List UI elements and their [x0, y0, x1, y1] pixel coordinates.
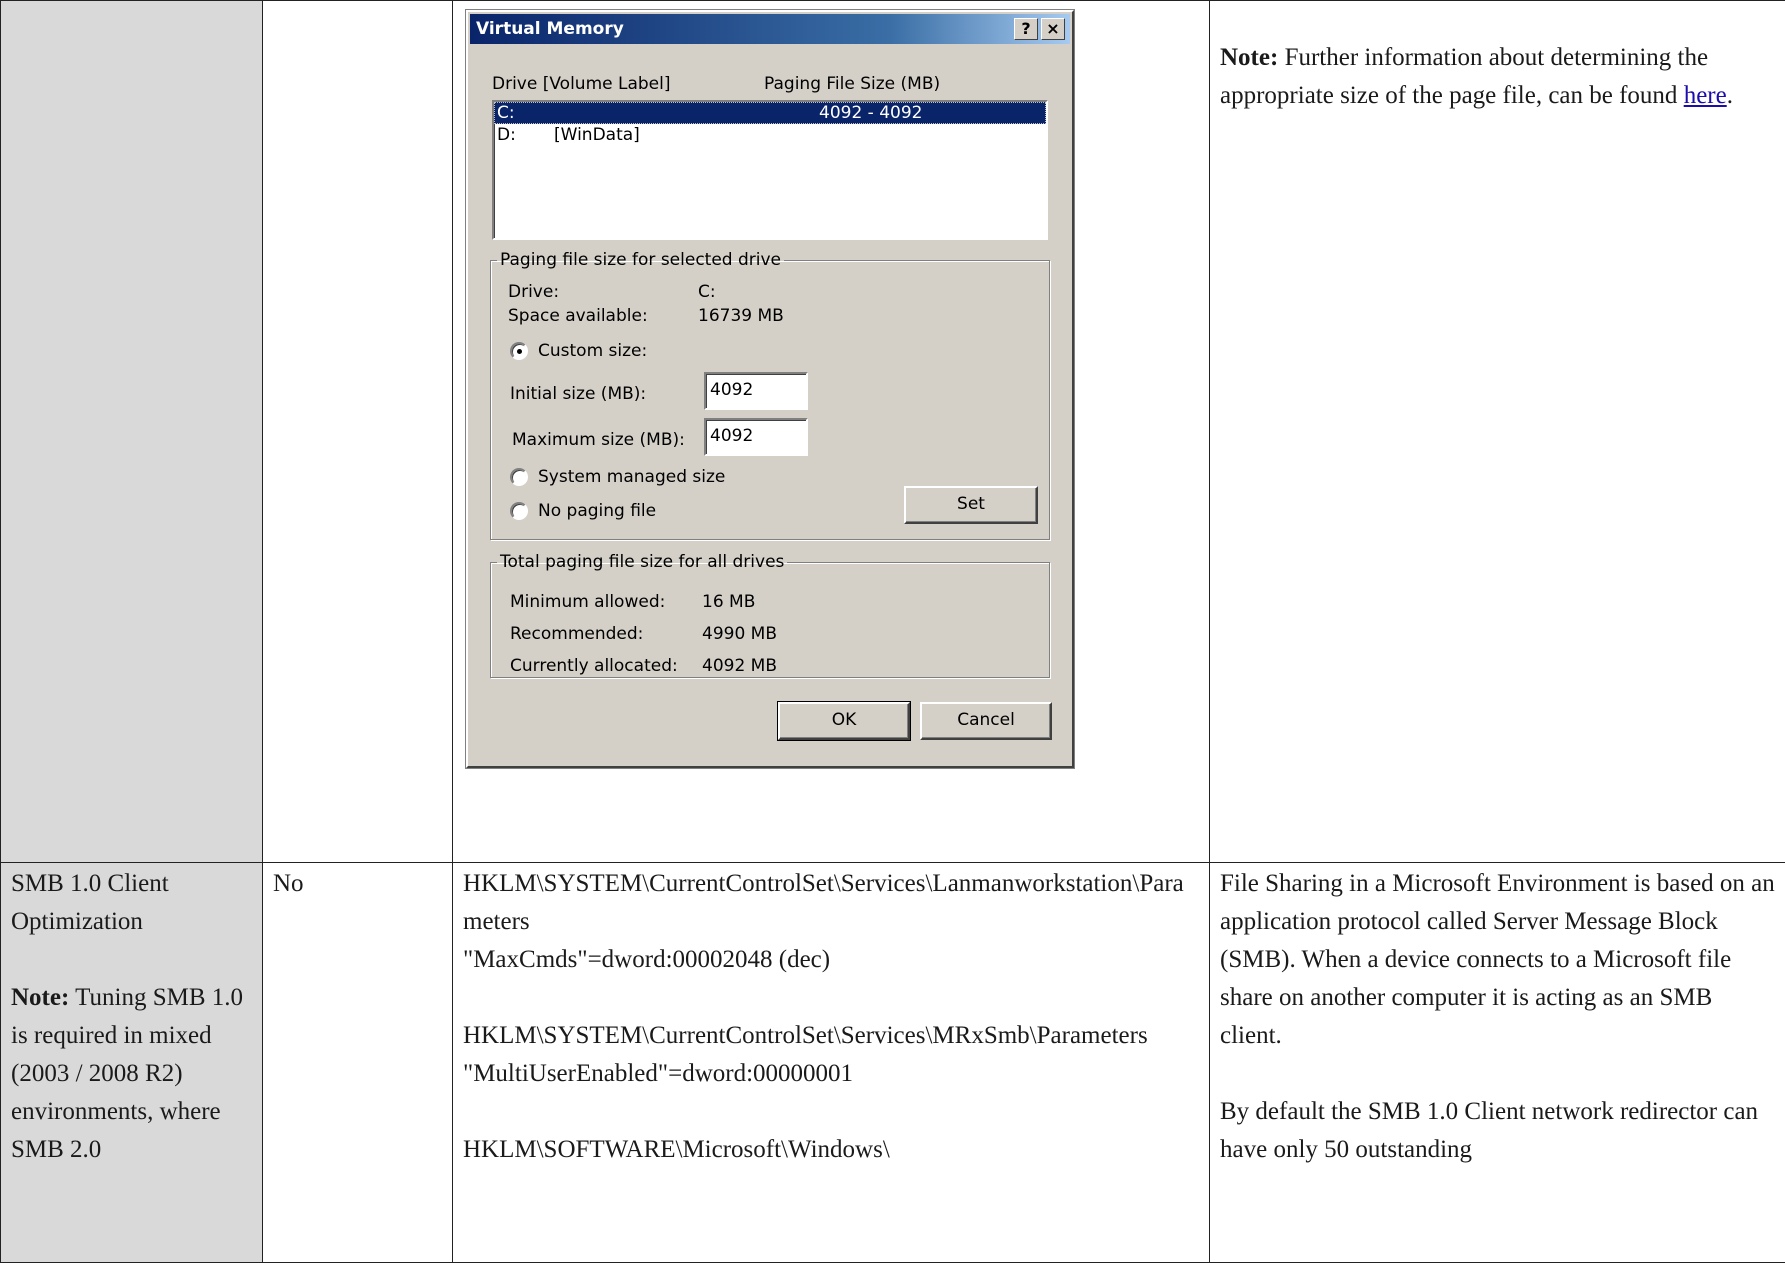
currently-allocated-label: Currently allocated: — [510, 656, 678, 676]
note-text: Further information about determining th… — [1220, 44, 1708, 109]
setting-note: Note: Tuning SMB 1.0 is required in mixe… — [11, 979, 252, 1169]
size-column-header: Paging File Size (MB) — [764, 74, 940, 94]
drive-letter: D: — [497, 124, 516, 146]
drive-list[interactable]: C: 4092 - 4092 D: [WinData] — [492, 100, 1048, 240]
currently-allocated-value: 4092 MB — [702, 656, 777, 676]
drive-label: Drive: — [508, 282, 559, 302]
group-legend: Total paging file size for all drives — [497, 552, 787, 572]
space-available-label: Space available: — [508, 306, 648, 326]
virtual-memory-dialog: Virtual Memory ? × Drive [Volume Label] … — [466, 10, 1074, 768]
drive-letter: C: — [497, 102, 515, 124]
description-cell: File Sharing in a Microsoft Environment … — [1210, 863, 1785, 1263]
drive-column-header: Drive [Volume Label] — [492, 74, 670, 94]
required-cell — [263, 1, 453, 863]
close-button[interactable]: × — [1041, 18, 1065, 40]
recommended-value: 4990 MB — [702, 624, 777, 644]
dialog-title: Virtual Memory — [476, 19, 624, 39]
setting-cell: SMB 1.0 Client Optimization Note: Tuning… — [1, 863, 263, 1263]
registry-value-2: "MultiUserEnabled"=dword:00000001 — [463, 1055, 1199, 1093]
registry-value-1: "MaxCmds"=dword:00002048 (dec) — [463, 941, 1199, 979]
custom-size-label: Custom size: — [538, 341, 647, 361]
drive-value: C: — [698, 282, 716, 302]
initial-size-label: Initial size (MB): — [510, 384, 646, 404]
drive-row-c[interactable]: C: 4092 - 4092 — [494, 102, 1046, 124]
dialog-titlebar: Virtual Memory ? × — [470, 14, 1070, 44]
set-button[interactable]: Set — [904, 486, 1038, 524]
minimum-allowed-value: 16 MB — [702, 592, 755, 612]
minimum-allowed-label: Minimum allowed: — [510, 592, 665, 612]
config-cell: HKLM\SYSTEM\CurrentControlSet\Services\L… — [453, 863, 1210, 1263]
description-para-2: By default the SMB 1.0 Client network re… — [1220, 1093, 1775, 1169]
registry-path-3: HKLM\SOFTWARE\Microsoft\Windows\ — [463, 1131, 1199, 1169]
recommended-label: Recommended: — [510, 624, 643, 644]
spacer — [463, 1093, 1199, 1131]
registry-path-2: HKLM\SYSTEM\CurrentControlSet\Services\M… — [463, 1017, 1199, 1055]
pagefile-note: Note: Further information about determin… — [1220, 39, 1775, 115]
custom-size-radio[interactable] — [510, 342, 528, 360]
required-cell: No — [263, 863, 453, 1263]
note-label: Note: — [1220, 44, 1278, 71]
spacer — [1220, 1055, 1775, 1093]
description-para-1: File Sharing in a Microsoft Environment … — [1220, 865, 1775, 1055]
space-available-value: 16739 MB — [698, 306, 784, 326]
group-legend: Paging file size for selected drive — [497, 250, 784, 270]
note-label: Note: — [11, 984, 69, 1011]
help-button[interactable]: ? — [1014, 18, 1038, 40]
spacer — [11, 941, 252, 979]
required-value: No — [273, 865, 442, 903]
setting-name: SMB 1.0 Client Optimization — [11, 865, 252, 941]
cancel-button[interactable]: Cancel — [920, 702, 1052, 740]
no-paging-radio[interactable] — [510, 502, 528, 520]
initial-size-input[interactable]: 4092 — [704, 372, 808, 410]
description-cell: Note: Further information about determin… — [1210, 1, 1785, 863]
system-managed-label: System managed size — [538, 467, 725, 487]
spacer — [463, 979, 1199, 1017]
here-link[interactable]: here — [1684, 82, 1727, 109]
drive-size: 4092 - 4092 — [819, 102, 922, 124]
no-paging-label: No paging file — [538, 501, 656, 521]
ok-button[interactable]: OK — [778, 702, 910, 740]
registry-path-1: HKLM\SYSTEM\CurrentControlSet\Services\L… — [463, 865, 1199, 941]
drive-volume-label: [WinData] — [554, 124, 640, 146]
maximum-size-label: Maximum size (MB): — [512, 430, 685, 450]
setting-cell — [1, 1, 263, 863]
maximum-size-input[interactable]: 4092 — [704, 418, 808, 456]
table-row: SMB 1.0 Client Optimization Note: Tuning… — [1, 863, 1785, 1263]
system-managed-radio[interactable] — [510, 468, 528, 486]
note-end: . — [1727, 82, 1733, 109]
drive-row-d[interactable]: D: [WinData] — [494, 124, 1046, 146]
